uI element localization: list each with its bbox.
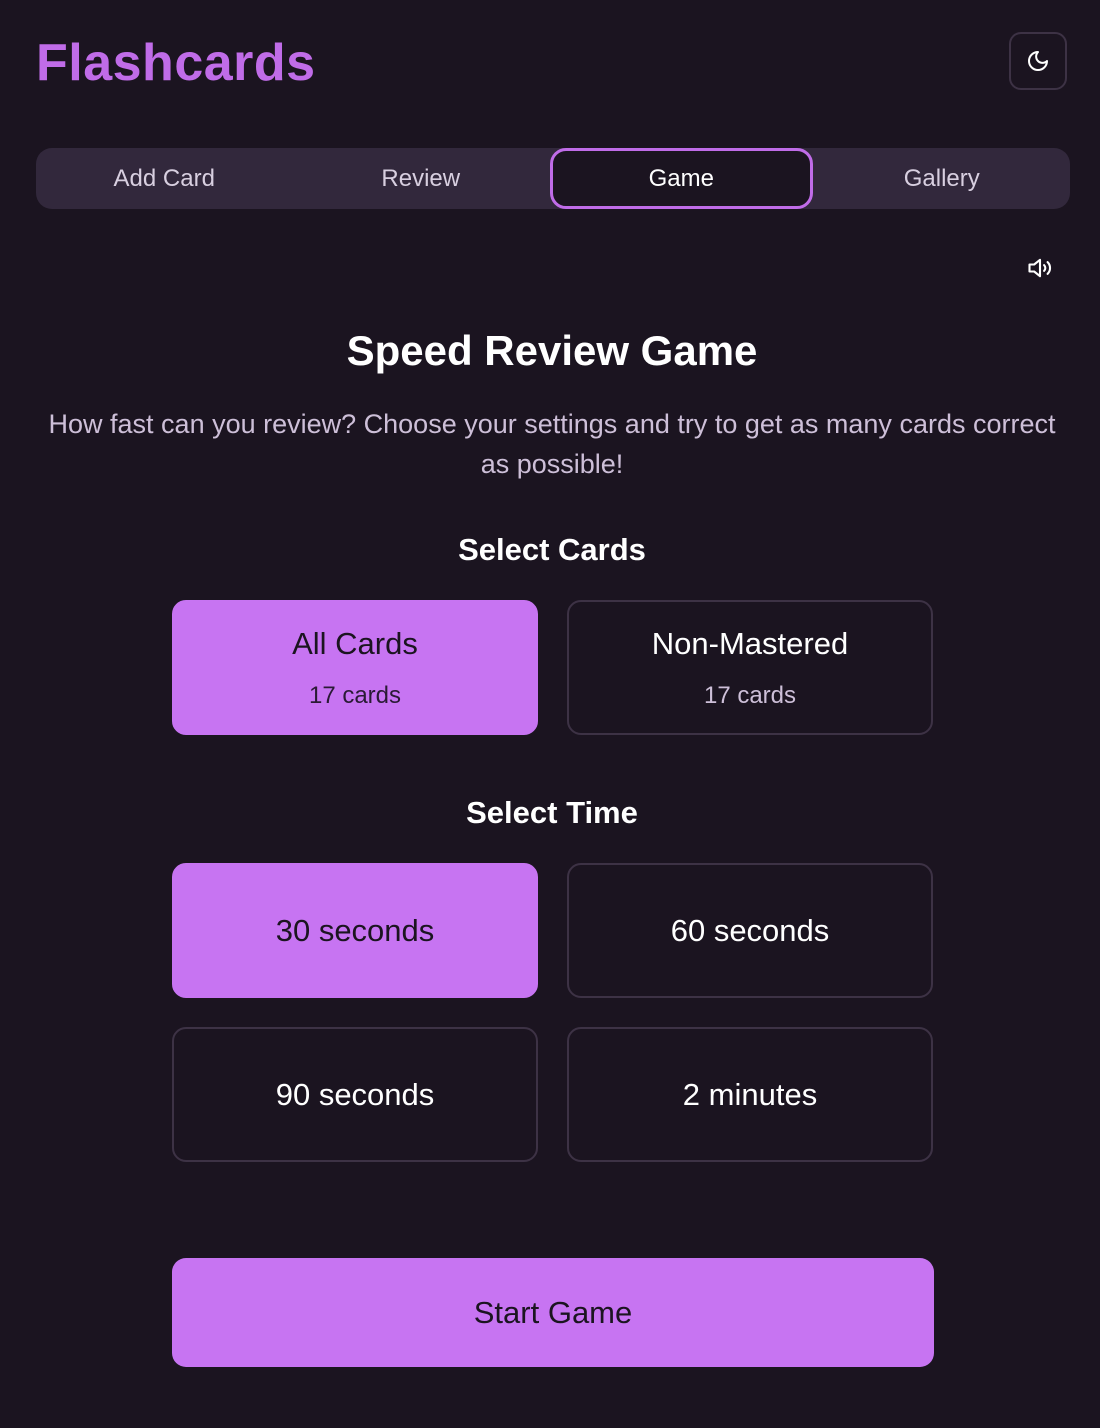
tab-add-card[interactable]: Add Card [36,148,293,209]
tab-bar: Add Card Review Game Gallery [36,148,1070,209]
game-description: How fast can you review? Choose your set… [48,409,1056,479]
tab-review[interactable]: Review [293,148,550,209]
time-2-minutes-option[interactable]: 2 minutes [567,1027,933,1162]
tab-gallery[interactable]: Gallery [814,148,1071,209]
app-title: Flashcards [36,34,316,92]
card-count: 17 cards [703,681,797,709]
game-title: Speed Review Game [346,327,758,374]
option-label: 90 seconds [275,1076,435,1112]
time-30-seconds-option[interactable]: 30 seconds [172,863,538,998]
card-count: 17 cards [308,681,402,709]
option-label: 30 seconds [275,912,435,948]
time-60-seconds-option[interactable]: 60 seconds [567,863,933,998]
non-mastered-option[interactable]: Non-Mastered 17 cards [567,600,933,735]
start-game-button[interactable]: Start Game [172,1258,934,1367]
game-page: Flashcards Add Card Review Game Gallery … [0,0,1100,1428]
select-cards-heading: Select Cards [458,532,646,567]
option-label: 60 seconds [670,912,830,948]
sound-toggle-button[interactable] [1024,252,1056,284]
option-label: All Cards [292,625,418,661]
option-label: 2 minutes [682,1076,818,1112]
speaker-icon [1028,258,1052,278]
theme-toggle-button[interactable] [1009,32,1067,90]
moon-icon [1028,51,1048,71]
tab-game[interactable]: Game [550,148,813,209]
all-cards-option[interactable]: All Cards 17 cards [172,600,538,735]
option-label: Non-Mastered [651,625,849,661]
time-90-seconds-option[interactable]: 90 seconds [172,1027,538,1162]
select-time-heading: Select Time [466,795,638,830]
